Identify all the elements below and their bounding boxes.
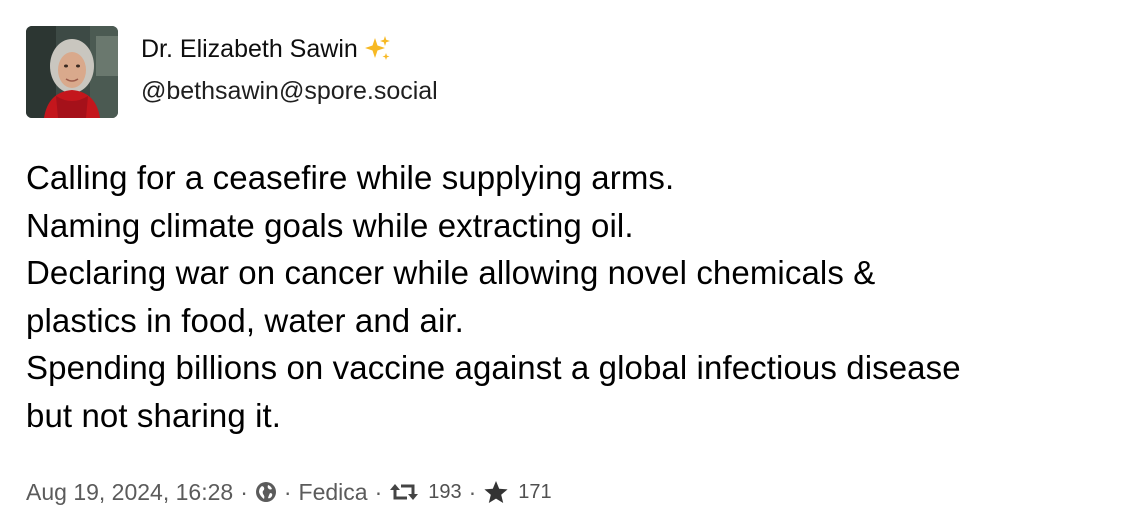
- author-names: Dr. Elizabeth Sawin @bethsawin@spore.soc…: [141, 26, 438, 106]
- meta-separator: ·: [374, 478, 383, 505]
- retweet-icon[interactable]: [389, 481, 419, 503]
- meta-separator: ·: [283, 478, 292, 505]
- post-text-line: Calling for a ceasefire while supplying …: [26, 159, 675, 196]
- boost-count[interactable]: 193: [428, 481, 461, 504]
- sparkles-icon: [362, 34, 392, 64]
- post-timestamp[interactable]: Aug 19, 2024, 16:28: [26, 479, 233, 506]
- favourite-count[interactable]: 171: [518, 481, 551, 504]
- post-header: Dr. Elizabeth Sawin @bethsawin@spore.soc…: [26, 26, 438, 118]
- post-text-line: Naming climate goals while extracting oi…: [26, 206, 634, 244]
- avatar-image: [26, 26, 118, 118]
- display-name-link[interactable]: Dr. Elizabeth Sawin: [141, 29, 438, 69]
- post-text-line: Spending billions on vaccine against a g…: [26, 349, 961, 386]
- post-text-line: but not sharing it.: [26, 396, 282, 434]
- meta-separator: ·: [240, 478, 248, 505]
- meta-separator: ·: [468, 478, 477, 505]
- status-post: Dr. Elizabeth Sawin @bethsawin@spore.soc…: [0, 0, 1132, 520]
- star-icon[interactable]: [483, 480, 509, 504]
- post-text-line: plastics in food, water and air.: [26, 301, 464, 339]
- account-handle[interactable]: @bethsawin@spore.social: [141, 77, 438, 106]
- post-content: Calling for a ceasefire while supplying …: [26, 154, 1116, 439]
- post-meta: Aug 19, 2024, 16:28 · · Fedica · 193 · 1…: [26, 474, 552, 510]
- globe-icon: [255, 481, 277, 503]
- post-text-line: Declaring war on cancer while allowing n…: [26, 254, 876, 291]
- display-name: Dr. Elizabeth Sawin: [141, 34, 358, 63]
- avatar[interactable]: [26, 26, 118, 118]
- application-name[interactable]: Fedica: [299, 479, 368, 506]
